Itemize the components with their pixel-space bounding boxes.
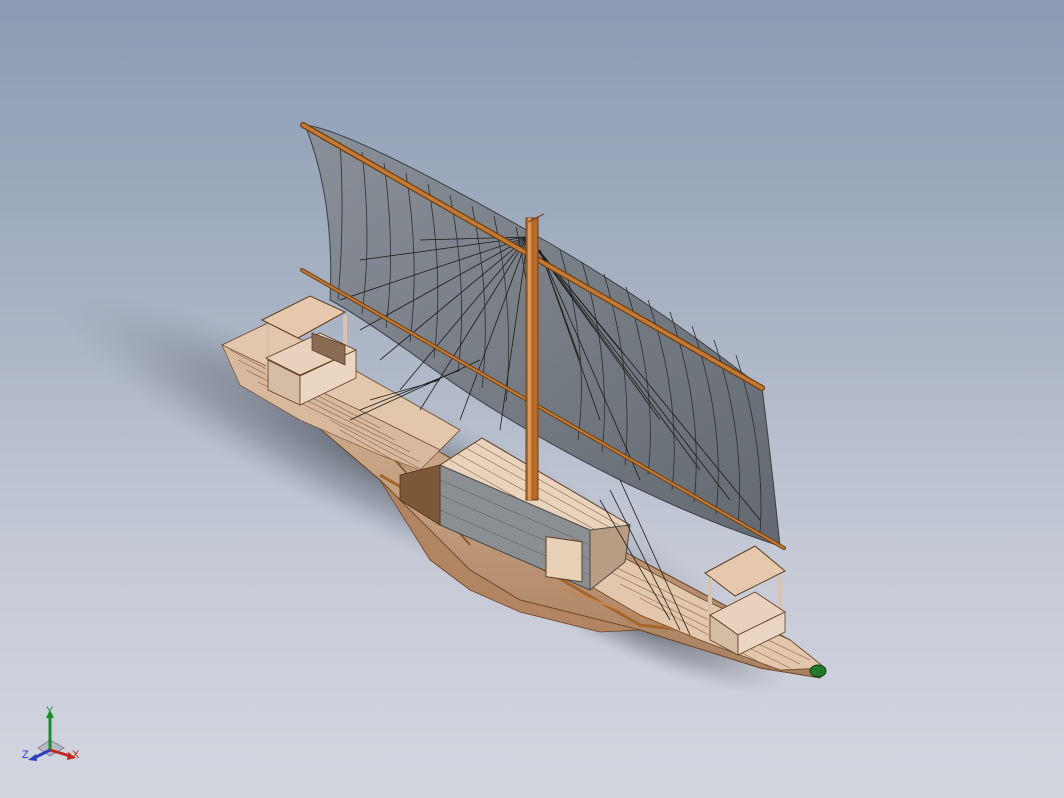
axis-x-label: X [72,749,80,761]
bow-tip [809,664,827,678]
axis-y-label: Y [46,705,54,717]
graphics-viewport[interactable]: Y X Z [0,0,1064,798]
axis-triad: Y X Z [18,702,88,772]
boat-model[interactable] [0,0,1064,798]
axis-z-label: Z [22,749,29,761]
cabin-door[interactable] [545,536,583,583]
